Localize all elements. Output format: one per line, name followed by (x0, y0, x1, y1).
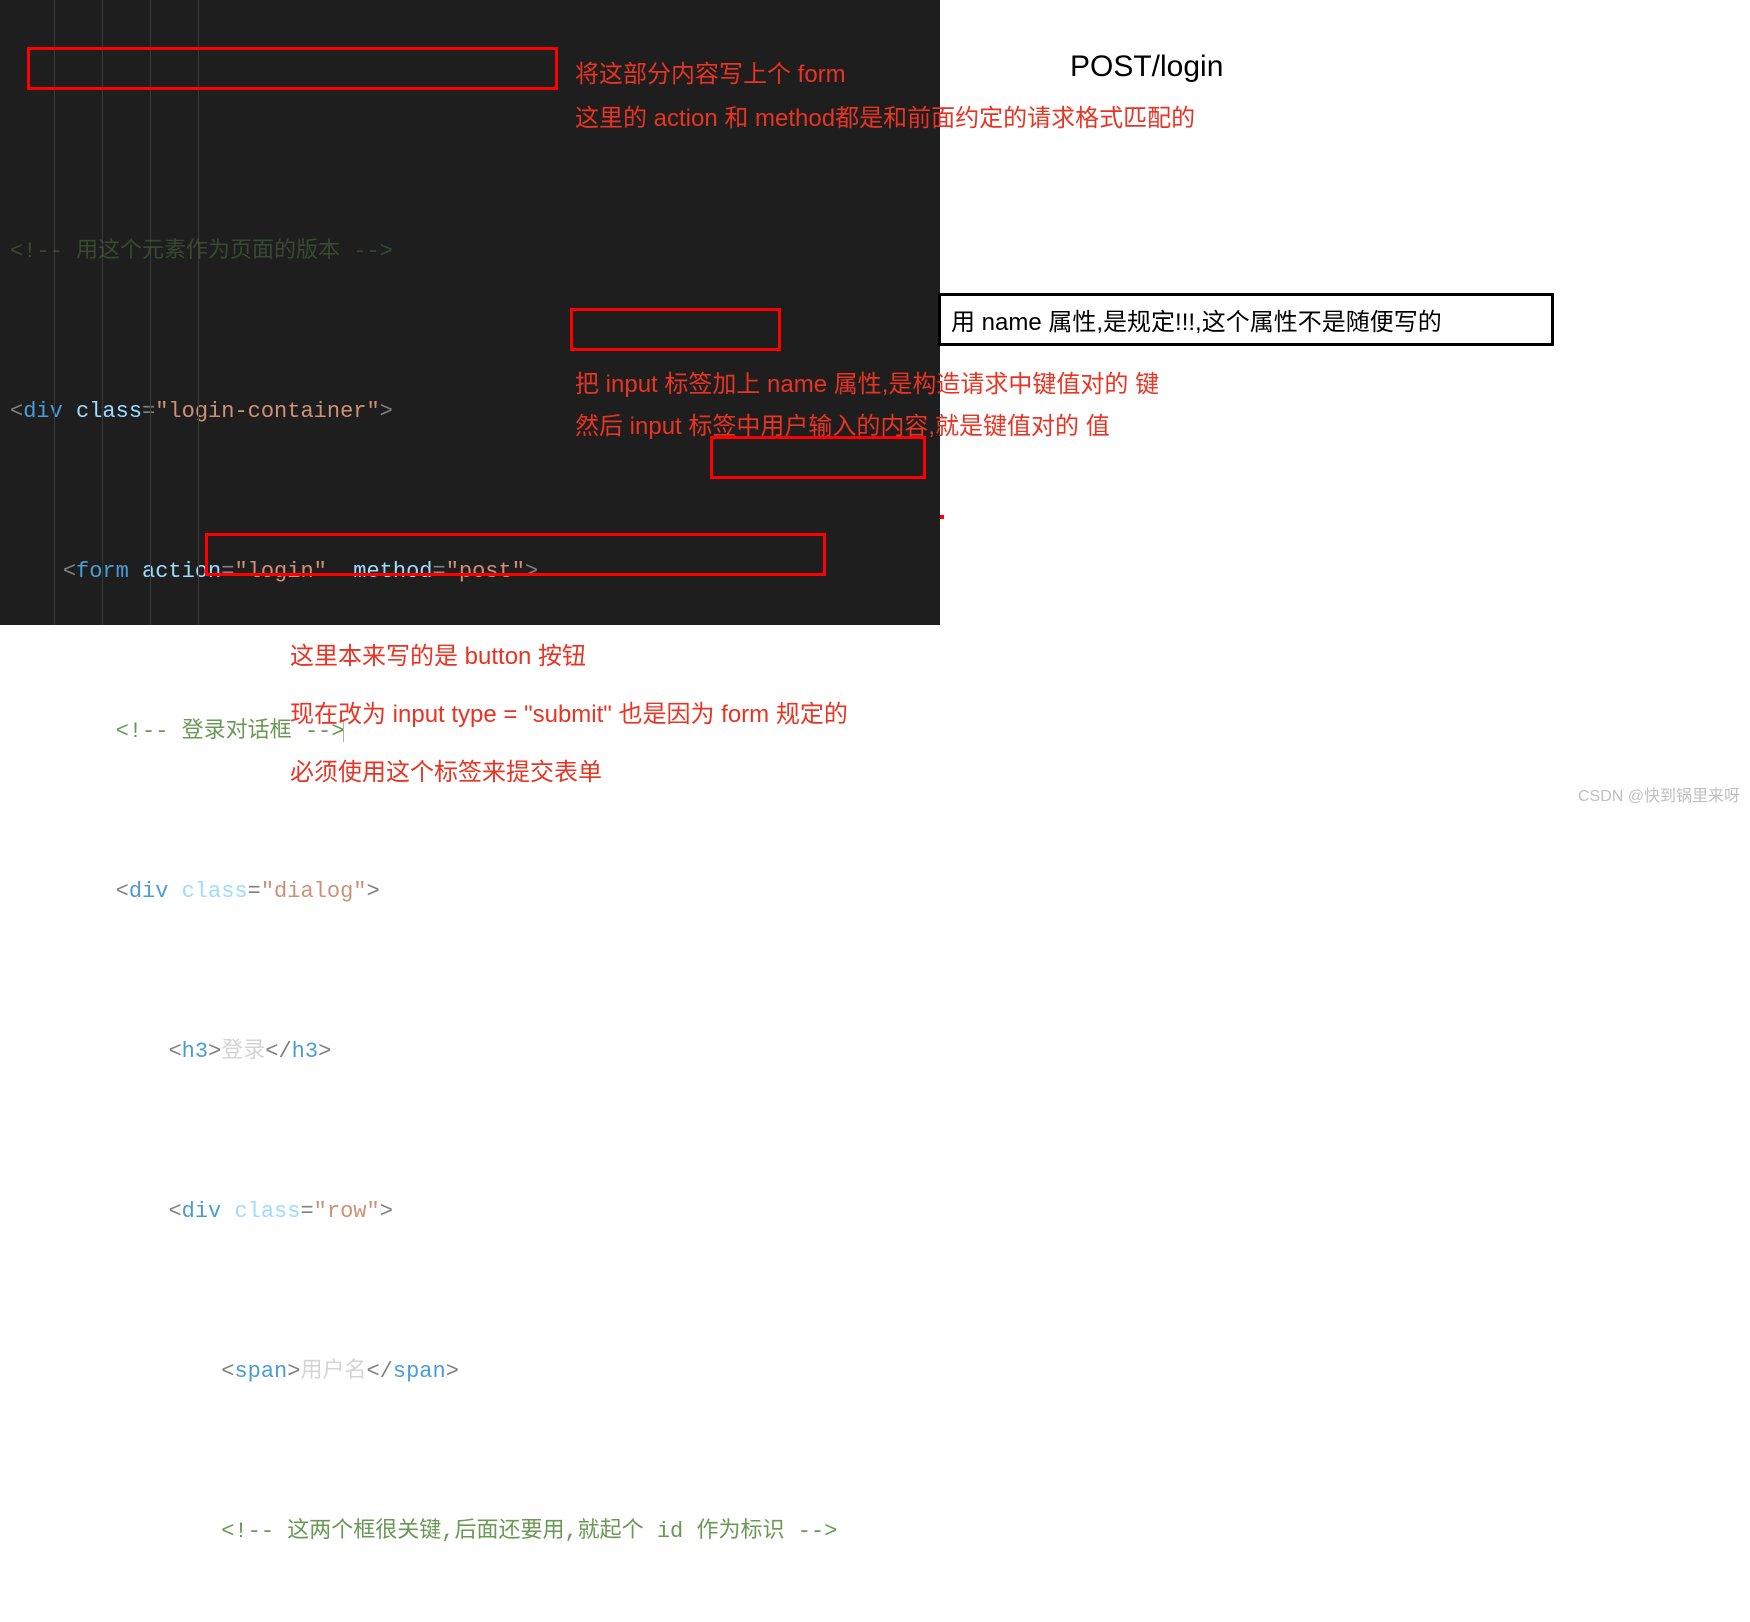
annot-name-1: 把 input 标签加上 name 属性,是构造请求中键值对的 键 (575, 364, 1159, 399)
code-line: <h3>登录</h3> (0, 1036, 940, 1068)
side-title: POST/login (1070, 50, 1223, 84)
code-editor: <!-- 用这个元素作为页面的版本 --> <div class="login-… (0, 0, 940, 625)
annot-submit-1: 这里本来写的是 button 按钮 (290, 636, 586, 671)
code-line: <span>用户名</span> (0, 1356, 940, 1388)
code-line-form: <form action="login" method="post"> (0, 556, 940, 588)
annot-submit-2: 现在改为 input type = "submit" 也是因为 form 规定的 (290, 694, 848, 729)
code-line: <div class="row"> (0, 1196, 940, 1228)
code-line: <div class="dialog"> (0, 876, 940, 908)
annot-name-2: 然后 input 标签中用户输入的内容,就是键值对的 值 (575, 406, 1110, 441)
code-line: <!-- 这两个框很关键,后面还要用,就起个 id 作为标识 --> (0, 1516, 940, 1548)
annot-submit-3: 必须使用这个标签来提交表单 (290, 752, 602, 787)
red-dot (940, 515, 944, 519)
callout-name-rule: 用 name 属性,是规定!!!,这个属性不是随便写的 (938, 293, 1554, 346)
annot-form-2: 这里的 action 和 method都是和前面约定的请求格式匹配的 (575, 98, 1195, 133)
annot-form-1: 将这部分内容写上个 form (575, 54, 846, 89)
watermark: CSDN @快到锅里来呀 (1578, 782, 1740, 806)
code-line: <!-- 用这个元素作为页面的版本 --> (0, 236, 940, 268)
